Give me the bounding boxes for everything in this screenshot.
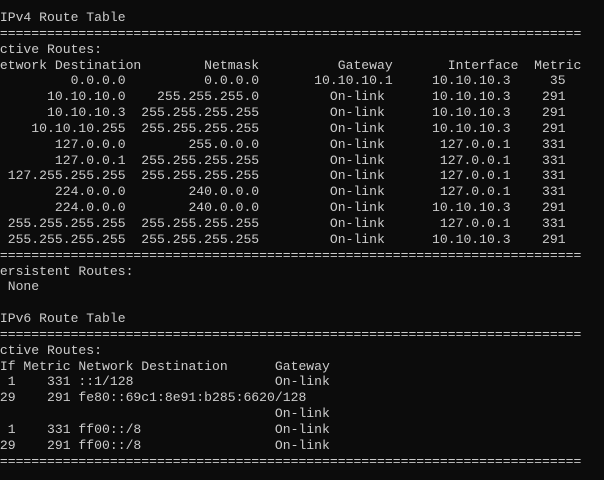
ipv6-route-row: 29 291 ff00::/8 On-link <box>0 437 330 453</box>
ipv4-route-row: 10.10.10.255 255.255.255.255 On-link 10.… <box>0 120 566 136</box>
ipv6-route-table-title: IPv6 Route Table <box>0 311 126 327</box>
ipv4-route-table-title: IPv4 Route Table <box>0 10 126 25</box>
persistent-routes-value: None <box>7 279 40 295</box>
ipv4-active-routes-heading: Active Routes: <box>0 41 103 57</box>
ipv6-column-headers: If Metric Network Destination Gateway <box>0 358 330 374</box>
ipv6-route-row: 1 331 ::1/128 On-link <box>0 374 330 390</box>
separator-line: ========================================… <box>0 25 582 41</box>
ipv4-route-row: 127.0.0.1 255.255.255.255 On-link 127.0.… <box>0 152 566 168</box>
separator-line: ========================================… <box>0 326 582 342</box>
ipv4-route-row: 127.255.255.255 255.255.255.255 On-link … <box>0 168 566 184</box>
ipv4-route-row: 0.0.0.0 0.0.0.0 10.10.10.1 10.10.10.3 35 <box>0 73 566 89</box>
separator-line: ========================================… <box>0 247 582 263</box>
persistent-routes-heading: Persistent Routes: <box>0 263 134 279</box>
ipv4-route-row: 10.10.10.3 255.255.255.255 On-link 10.10… <box>0 105 566 121</box>
ipv6-route-row-continuation: On-link <box>0 406 330 422</box>
ipv4-column-headers: Network Destination Netmask Gateway Inte… <box>0 57 582 73</box>
ipv4-route-row: 224.0.0.0 240.0.0.0 On-link 127.0.0.1 33… <box>0 184 566 200</box>
ipv4-route-row: 127.0.0.0 255.0.0.0 On-link 127.0.0.1 33… <box>0 136 566 152</box>
ipv4-route-row: 224.0.0.0 240.0.0.0 On-link 10.10.10.3 2… <box>0 200 566 216</box>
ipv4-route-row: 10.10.10.0 255.255.255.0 On-link 10.10.1… <box>0 89 566 105</box>
separator-line: ========================================… <box>0 453 582 469</box>
ipv4-route-row: 255.255.255.255 255.255.255.255 On-link … <box>0 231 566 247</box>
console-output: IPv4 Route Table ========================… <box>0 10 581 469</box>
ipv4-route-row: 255.255.255.255 255.255.255.255 On-link … <box>0 215 566 231</box>
ipv6-active-routes-heading: Active Routes: <box>0 342 103 358</box>
ipv6-route-row: 1 331 ff00::/8 On-link <box>0 421 330 437</box>
ipv6-route-row: 29 291 fe80::69c1:8e91:b285:6620/128 <box>0 390 307 406</box>
